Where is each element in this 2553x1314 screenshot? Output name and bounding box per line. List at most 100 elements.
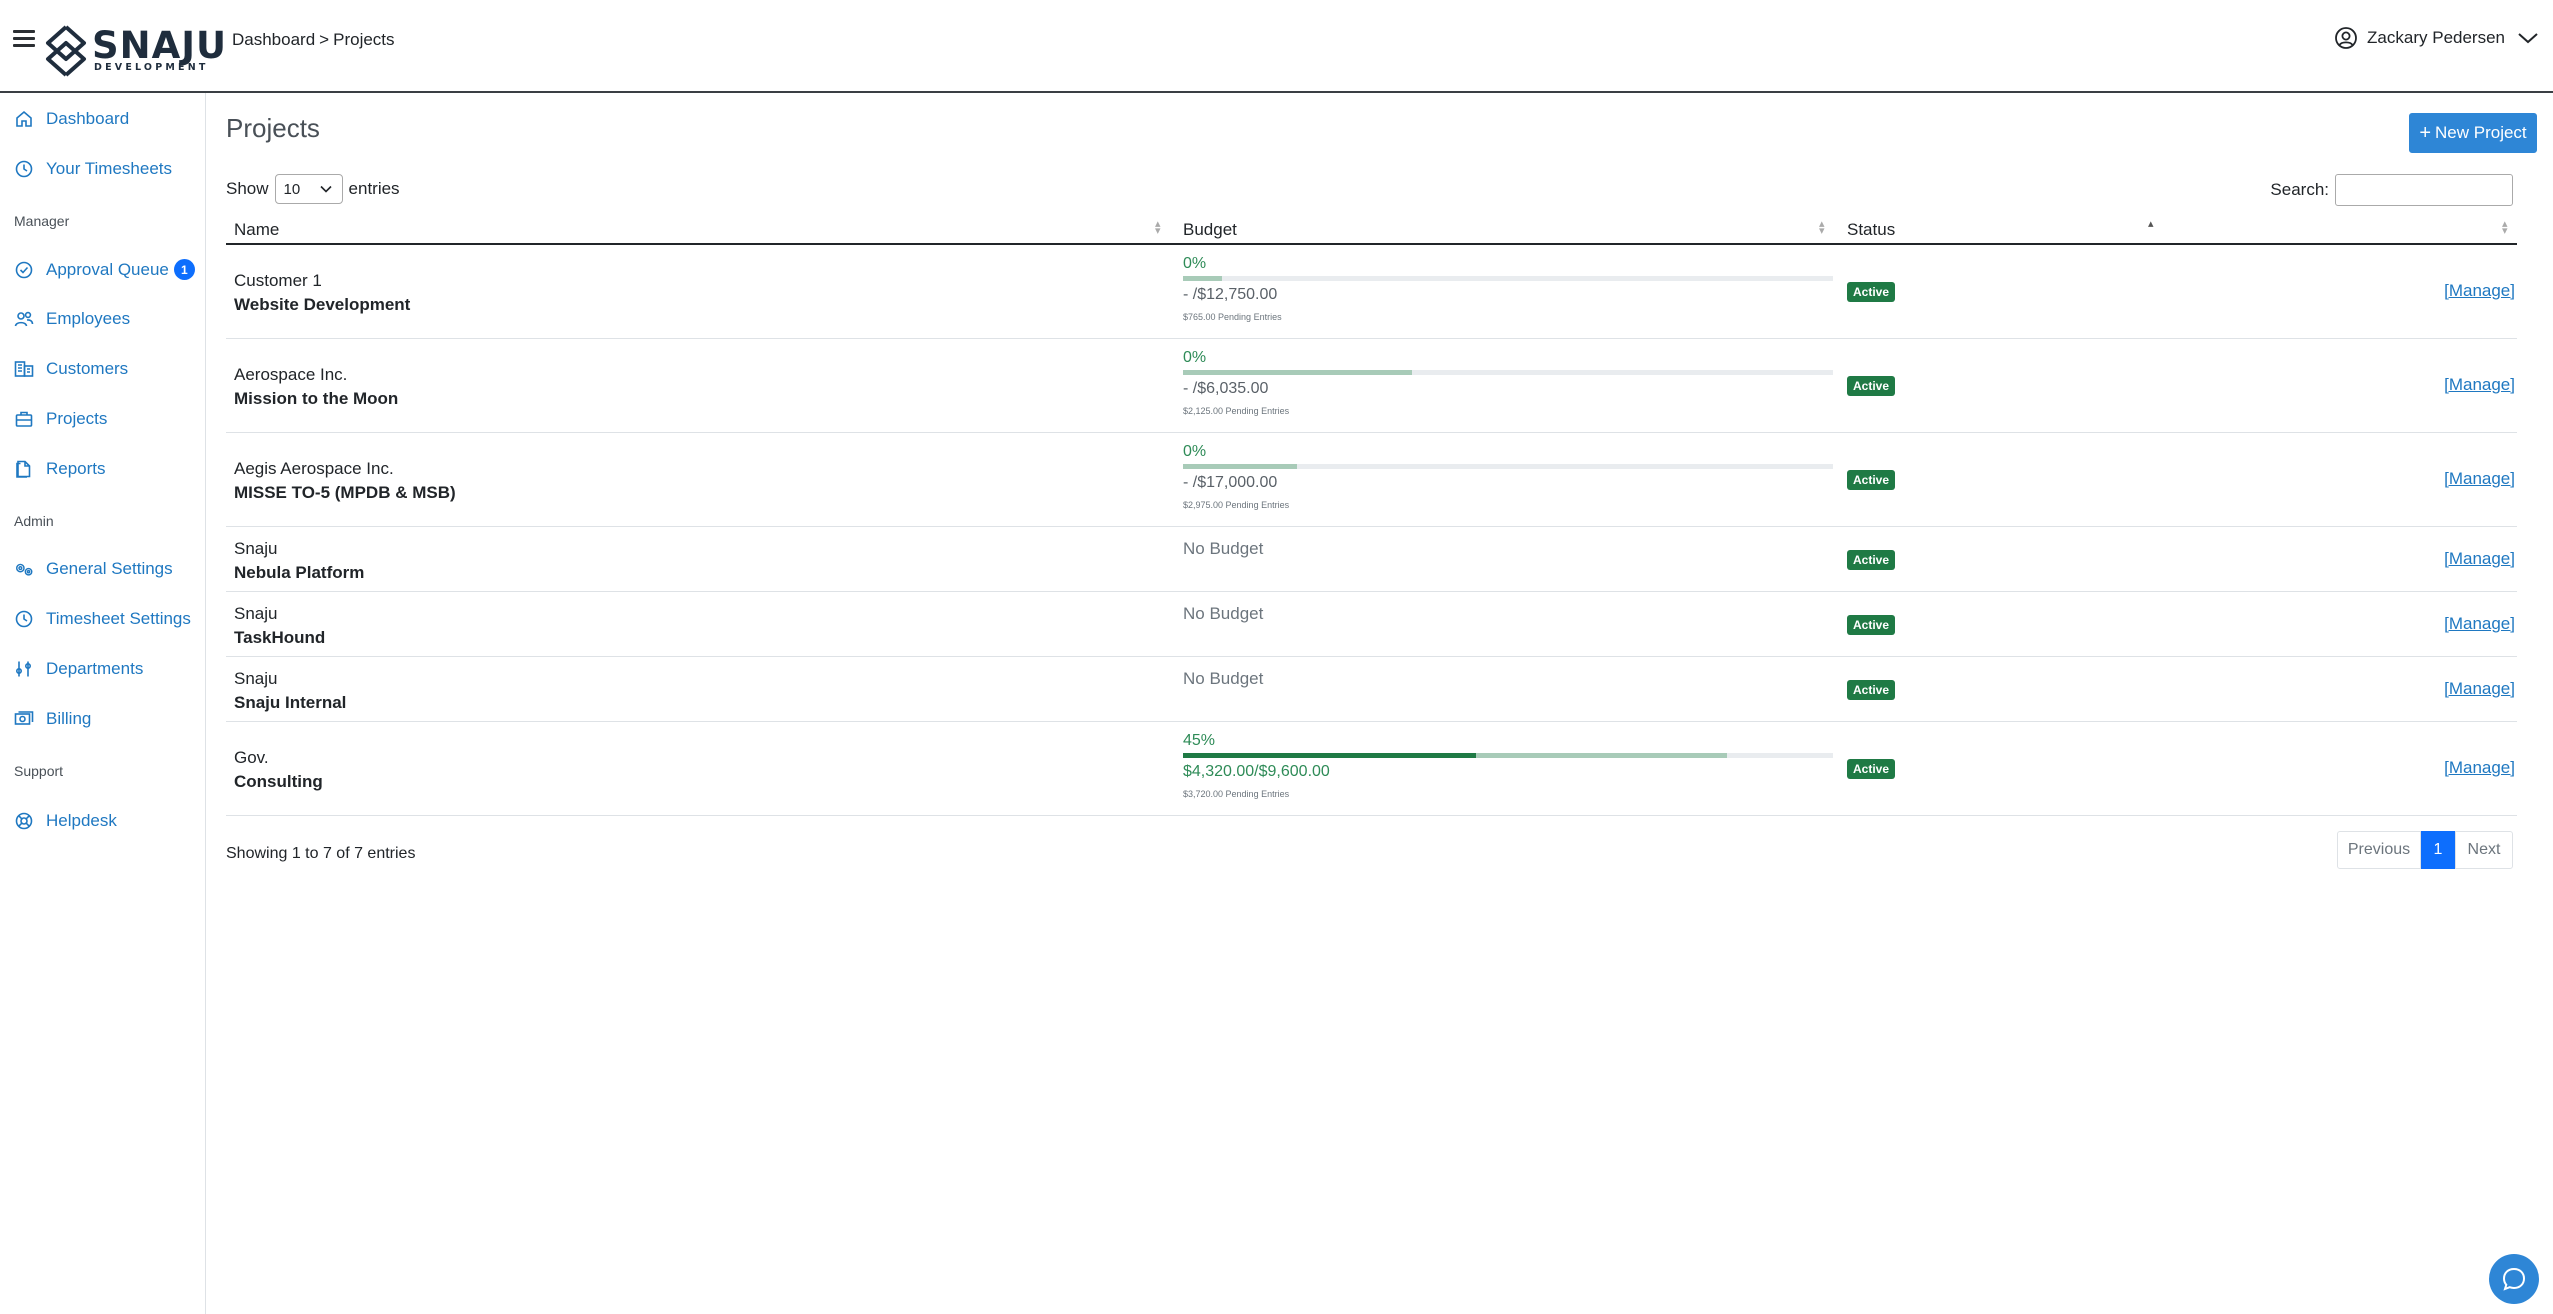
status-badge: Active (1847, 615, 1896, 635)
budget-amount: $4,320.00/$9,600.00 (1183, 763, 1330, 780)
status-badge: Active (1847, 680, 1896, 700)
lifebuoy-icon (14, 811, 34, 831)
money-icon (14, 709, 34, 729)
top-bar: SNAJU DEVELOPMENT Dashboard > Projects Zac… (0, 0, 2553, 93)
table-row: Aegis Aerospace Inc. MISSE TO-5 (MPDB & … (226, 433, 2517, 527)
project-name: Nebula Platform (234, 563, 365, 582)
pending-fill (1183, 370, 1412, 375)
help-chat-button[interactable] (2489, 1254, 2539, 1304)
sidebar-item-general-settings[interactable]: General Settings (14, 559, 173, 579)
status-badge: Active (1847, 759, 1896, 779)
chevron-down-icon (319, 185, 332, 193)
status-badge: Active (1847, 550, 1896, 570)
budget-progress-bar (1183, 370, 1833, 375)
manage-link[interactable]: [Manage] (2444, 281, 2515, 301)
user-name: Zackary Pedersen (2367, 28, 2505, 47)
sidebar-item-label: Reports (46, 459, 106, 478)
project-name: Consulting (234, 772, 323, 791)
approval-count-badge: 1 (173, 259, 195, 280)
column-header-status[interactable]: Status (1847, 220, 1895, 240)
manage-link[interactable]: [Manage] (2444, 375, 2515, 395)
manage-link[interactable]: [Manage] (2444, 549, 2515, 569)
sidebar-section-support: Support (14, 763, 64, 779)
sidebar-item-your-timesheets[interactable]: Your Timesheets (14, 159, 172, 179)
table-row: Customer 1 Website Development 0% - /$12… (226, 245, 2517, 339)
sort-icon[interactable]: ▴ ▾ (1819, 219, 1825, 237)
clock-icon (14, 159, 34, 179)
table-row: Gov. Consulting 45% $4,320.00/$9,600.00 … (226, 722, 2517, 816)
search-label: Search: (2270, 180, 2329, 199)
pagination-previous[interactable]: Previous (2337, 831, 2421, 869)
table-info: Showing 1 to 7 of 7 entries (226, 845, 416, 862)
sidebar-item-helpdesk[interactable]: Helpdesk (14, 811, 117, 831)
entries-length-control: Show 10 entries (226, 174, 400, 204)
logo-subtext: DEVELOPMENT (94, 62, 209, 73)
budget-progress-bar (1183, 276, 1833, 281)
gears-icon (14, 559, 34, 579)
budget-progress-bar (1183, 464, 1833, 469)
sort-icon[interactable]: ▴ ▾ (1155, 219, 1161, 237)
manage-link[interactable]: [Manage] (2444, 679, 2515, 699)
no-budget-text: No Budget (1183, 669, 1264, 688)
sidebar-item-reports[interactable]: Reports (14, 459, 106, 479)
user-menu[interactable]: Zackary Pedersen (2334, 26, 2539, 50)
budget-amount: - /$6,035.00 (1183, 380, 1269, 397)
entries-label: entries (348, 179, 400, 198)
sidebar-item-timesheet-settings[interactable]: Timesheet Settings (14, 609, 191, 629)
clock-icon (14, 609, 34, 629)
no-budget-text: No Budget (1183, 539, 1264, 558)
sidebar-item-projects[interactable]: Projects (14, 409, 107, 429)
sidebar-item-departments[interactable]: Departments (14, 659, 143, 679)
project-name: MISSE TO-5 (MPDB & MSB) (234, 483, 456, 502)
table-header: Name ▴ ▾ Budget ▴ ▾ Status ▴ ▴ ▾ (226, 215, 2517, 245)
manage-link[interactable]: [Manage] (2444, 758, 2515, 778)
file-icon (14, 459, 34, 479)
sidebar-item-employees[interactable]: Employees (14, 309, 130, 329)
budget-amount: - /$17,000.00 (1183, 474, 1278, 491)
spent-fill (1183, 753, 1476, 758)
sidebar-item-label: Approval Queue (46, 259, 169, 279)
pagination-next[interactable]: Next (2455, 831, 2513, 869)
pagination: Previous 1 Next (2337, 831, 2513, 869)
plus-icon: + (2419, 122, 2432, 144)
table-row: Aerospace Inc. Mission to the Moon 0% - … (226, 339, 2517, 433)
pending-entries: $2,125.00 Pending Entries (1183, 406, 1290, 416)
entries-select[interactable]: 10 (274, 174, 343, 204)
new-project-button[interactable]: + New Project (2409, 113, 2537, 153)
logo-text: SNAJU (92, 24, 228, 67)
pending-entries: $765.00 Pending Entries (1183, 312, 1282, 322)
pagination-page-current[interactable]: 1 (2421, 831, 2455, 869)
manage-link[interactable]: [Manage] (2444, 614, 2515, 634)
budget-cell: 0% - /$6,035.00 $2,125.00 Pending Entrie… (1183, 349, 1833, 416)
breadcrumb: Dashboard > Projects (232, 30, 395, 50)
sidebar-item-billing[interactable]: Billing (14, 709, 91, 729)
column-header-budget[interactable]: Budget (1183, 220, 1237, 240)
table-row: Snaju Snaju Internal No Budget Active [M… (226, 657, 2517, 722)
column-header-name[interactable]: Name (234, 220, 279, 240)
hamburger-menu-icon[interactable] (13, 30, 35, 48)
sidebar-item-label: Your Timesheets (46, 159, 172, 178)
breadcrumb-projects: Projects (333, 30, 395, 49)
sort-up-icon[interactable]: ▴ (2148, 219, 2154, 230)
sidebar-item-approval-queue[interactable]: Approval Queue 1 (14, 259, 195, 280)
manage-link[interactable]: [Manage] (2444, 469, 2515, 489)
breadcrumb-dashboard[interactable]: Dashboard (232, 30, 315, 49)
customer-name: Snaju (234, 669, 278, 688)
briefcase-icon (14, 409, 34, 429)
table-row: Snaju TaskHound No Budget Active [Manage… (226, 592, 2517, 657)
logo[interactable]: SNAJU DEVELOPMENT (44, 24, 226, 78)
breadcrumb-separator: > (319, 30, 330, 49)
sidebar-item-customers[interactable]: Customers (14, 359, 128, 379)
budget-cell: 0% - /$17,000.00 $2,975.00 Pending Entri… (1183, 443, 1833, 510)
sidebar-item-dashboard[interactable]: Dashboard (14, 109, 129, 129)
project-name: Snaju Internal (234, 693, 347, 712)
budget-percent: 0% (1183, 443, 1207, 460)
user-circle-icon (2335, 27, 2357, 49)
budget-amount: - /$12,750.00 (1183, 286, 1278, 303)
sidebar-item-label: Billing (46, 709, 92, 728)
sort-icon[interactable]: ▴ ▾ (2502, 219, 2508, 237)
status-badge: Active (1847, 376, 1896, 396)
search-input[interactable] (2335, 174, 2513, 206)
sidebar-item-label: Employees (46, 309, 131, 328)
customer-name: Snaju (234, 604, 278, 623)
